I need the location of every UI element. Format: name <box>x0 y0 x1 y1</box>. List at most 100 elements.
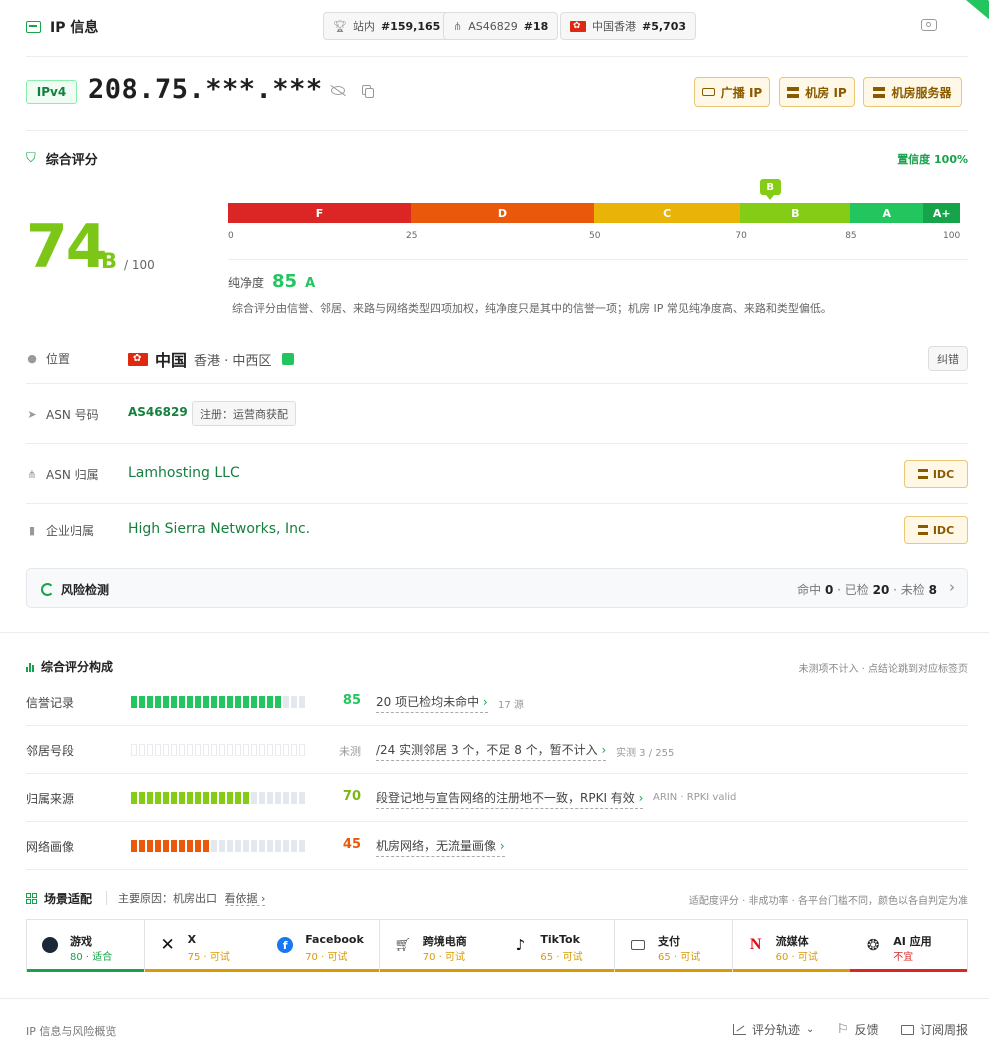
meter-cell <box>171 840 177 852</box>
corner-ribbon <box>962 0 989 22</box>
mail-icon <box>901 1024 914 1035</box>
meter-cell <box>211 792 217 804</box>
meter-cell <box>163 840 169 852</box>
radar-icon <box>41 583 54 596</box>
meter-cell <box>155 696 161 708</box>
meter-cell <box>179 840 185 852</box>
meter-cell <box>267 696 273 708</box>
meter-cell <box>195 744 201 756</box>
sitemap-icon: ⋔ <box>27 468 37 481</box>
breakdown-conclusion-link[interactable]: 机房网络，无流量画像 › <box>376 837 505 857</box>
meter-cell <box>179 792 185 804</box>
scenario-card[interactable]: 游戏 80 · 适合 <box>27 919 145 972</box>
scenario-name: 游戏 <box>70 935 92 948</box>
meter-cell <box>187 792 193 804</box>
meter-cell <box>203 792 209 804</box>
grade-segment-c: C <box>594 203 741 223</box>
region-rank-pill[interactable]: 中国香港 #5,703 <box>560 12 697 40</box>
meter-cell <box>163 744 169 756</box>
scenario-score: 65 · 可试 <box>540 952 583 963</box>
breakdown-score: 85 <box>342 693 361 708</box>
scenario-card[interactable]: N 流媒体 60 · 可试 <box>732 919 851 972</box>
chevron-right-icon: › <box>479 695 488 709</box>
score-section-title: ⛉ 综合评分 <box>26 151 98 168</box>
meter-cell <box>291 744 297 756</box>
score-track-button[interactable]: 评分轨迹 ⌄ <box>733 1021 814 1038</box>
card-icon <box>629 936 647 954</box>
grade-segment-a-plus: A+ <box>923 203 960 223</box>
scenario-score: 75 · 可试 <box>187 952 230 963</box>
datacenter-server-tag[interactable]: 机房服务器 <box>863 77 962 107</box>
asn-number-label: ➤ ASN 号码 <box>27 408 99 422</box>
grade-tick: 50 <box>589 231 601 241</box>
meter-cell <box>139 696 145 708</box>
scenario-card[interactable]: ♪ TikTok 65 · 可试 <box>497 919 616 972</box>
meter-cell <box>267 840 273 852</box>
scenario-card[interactable]: 支付 65 · 可试 <box>615 919 733 972</box>
map-icon[interactable] <box>282 353 295 365</box>
risk-summary: 命中 0 · 已检 20 · 未检 8 <box>797 583 937 597</box>
risk-title: 风险检测 <box>41 581 109 598</box>
scenario-card[interactable]: ❂ AI 应用 不宜 <box>850 919 969 972</box>
evidence-link[interactable]: 看依据 › <box>224 892 266 906</box>
breakdown-label: 网络画像 <box>26 840 75 854</box>
scenario-card[interactable]: 🛒︎ 跨境电商 70 · 可试 <box>379 919 498 972</box>
score-note: 综合评分由信誉、邻居、来路与网络类型四项加权，纯净度只是其中的信誉一项；机房 I… <box>232 302 832 315</box>
feedback-button[interactable]: ⚐ 反馈 <box>837 1021 879 1038</box>
breakdown-meter <box>131 696 305 708</box>
trophy-icon: 🏆︎ <box>333 19 347 33</box>
datacenter-ip-tag[interactable]: 机房 IP <box>779 77 855 107</box>
scenario-name: 流媒体 <box>775 935 809 948</box>
scenarios-title: 场景适配 <box>26 890 92 907</box>
org-label: ▮ 企业归属 <box>26 522 94 539</box>
breakdown-label: 邻居号段 <box>26 744 75 758</box>
chevron-right-icon: › <box>496 839 505 853</box>
scenario-score: 65 · 可试 <box>658 952 701 963</box>
scenario-name: X <box>187 933 197 946</box>
section-divider <box>0 632 989 633</box>
grid-icon <box>26 893 37 904</box>
breakdown-conclusion-link[interactable]: /24 实测邻居 3 个，不足 8 个，暂不计入 › <box>376 741 607 761</box>
scenario-card[interactable]: f Facebook 70 · 可试 <box>262 919 381 972</box>
meter-cell <box>147 696 153 708</box>
asn-rank-pill[interactable]: ⋔ AS46829 #18 <box>443 12 559 40</box>
divider <box>228 259 968 260</box>
eye-off-icon[interactable] <box>330 84 346 97</box>
location-label: ● 位置 <box>27 352 71 366</box>
overall-score: 74 <box>26 212 107 282</box>
grade-bar: F D C B A A+ 0 25 50 70 85 100 <box>0 0 989 241</box>
meter-cell <box>235 792 241 804</box>
meter-cell <box>259 792 265 804</box>
report-error-button[interactable]: 纠错 <box>928 346 968 371</box>
org-value[interactable]: High Sierra Networks, Inc. <box>128 521 310 537</box>
meter-cell <box>163 696 169 708</box>
meter-cell <box>219 696 225 708</box>
grade-tick: 0 <box>228 231 234 241</box>
meter-cell <box>147 840 153 852</box>
org-idc-badge: IDC <box>904 516 968 544</box>
asn-number[interactable]: AS46829 <box>128 405 188 419</box>
flag-icon: ⚐ <box>837 1022 849 1037</box>
site-rank-pill[interactable]: 🏆︎ 站内 #159,165 <box>323 12 451 40</box>
breakdown-conclusion-link[interactable]: 段登记地与宣告网络的注册地不一致，RPKI 有效 › <box>376 789 644 809</box>
broadcast-ip-tag[interactable]: 广播 IP <box>694 77 770 107</box>
divider <box>26 773 968 774</box>
meter-cell <box>139 792 145 804</box>
asn-owner[interactable]: Lamhosting LLC <box>128 465 240 481</box>
meter-cell <box>283 840 289 852</box>
meter-cell <box>195 840 201 852</box>
risk-detection-panel[interactable]: 风险检测 命中 0 · 已检 20 · 未检 8 › <box>26 568 968 608</box>
meter-cell <box>275 696 281 708</box>
breakdown-conclusion-link[interactable]: 20 项已检均未命中 › <box>376 693 488 713</box>
divider <box>26 725 968 726</box>
scenario-name: 跨境电商 <box>422 935 467 948</box>
camera-icon[interactable] <box>921 19 937 31</box>
grade-tick: 25 <box>406 231 418 241</box>
scenario-name: 支付 <box>658 935 680 948</box>
scenario-card[interactable]: ✕ X 75 · 可试 <box>144 919 263 972</box>
meter-cell <box>251 744 257 756</box>
subscribe-button[interactable]: 订阅周报 <box>901 1021 968 1038</box>
scenario-level-bar <box>615 969 732 972</box>
copy-icon[interactable] <box>362 85 374 98</box>
scenario-score: 70 · 可试 <box>422 952 466 963</box>
